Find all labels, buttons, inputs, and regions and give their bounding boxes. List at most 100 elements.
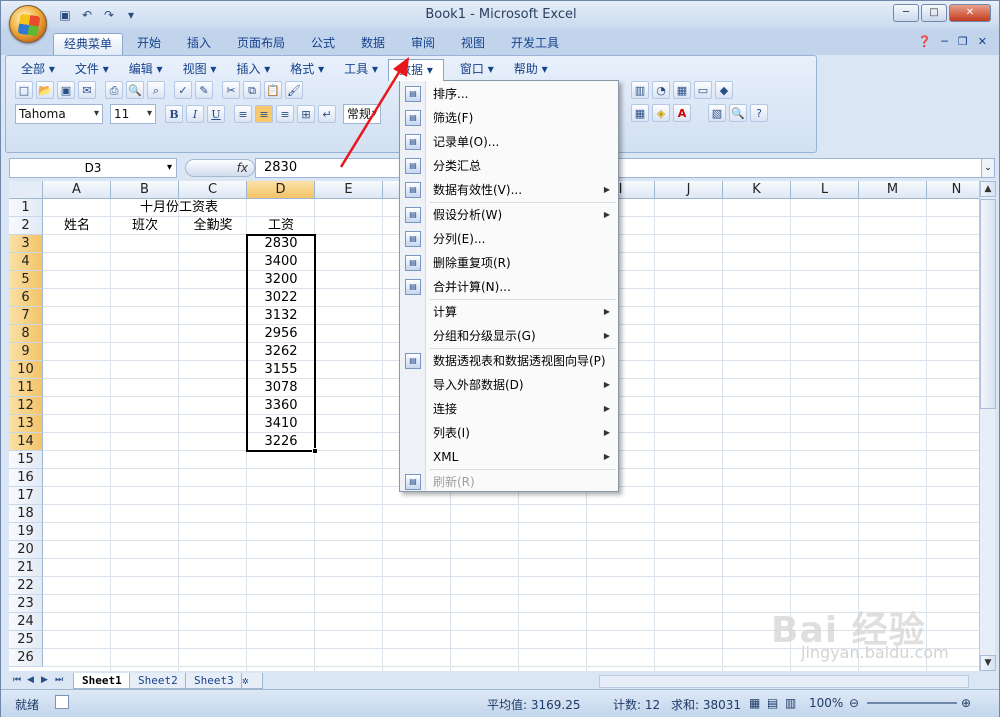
new-icon[interactable]: □ [15,81,33,99]
page-layout-view-icon[interactable]: ▤ [767,696,778,710]
fill-handle[interactable] [312,448,318,454]
tab-formulas[interactable]: 公式 [301,33,345,55]
font-color-icon[interactable]: A [673,104,691,122]
vertical-scrollbar[interactable]: ▲ ▼ [979,181,996,671]
page-break-view-icon[interactable]: ▥ [785,696,796,710]
data-menu-item[interactable]: 列表(I) ▶ [400,422,618,444]
menu-file[interactable]: 文件 ▾ [65,59,119,79]
scroll-up-icon[interactable]: ▲ [980,181,996,197]
menu-insert[interactable]: 插入 ▾ [226,59,280,79]
last-sheet-icon[interactable]: ⏭ [55,675,63,685]
sheet-tab-3[interactable]: Sheet3 [185,673,243,689]
row-header-4[interactable]: 4 [9,253,43,271]
help-circle-icon[interactable]: ? [750,104,768,122]
font-name-combo[interactable]: Tahoma [15,104,103,124]
tab-review[interactable]: 审阅 [401,33,445,55]
column-header-C[interactable]: C [179,181,247,199]
zoom-icon[interactable]: 🔍 [729,104,747,122]
scroll-thumb[interactable] [980,199,996,409]
tab-classic-menu[interactable]: 经典菜单 [53,33,124,55]
row-header-16[interactable]: 16 [9,469,43,487]
row-header-3[interactable]: 3 [9,235,43,253]
menu-window[interactable]: 窗口 ▾ [450,59,504,79]
column-header-L[interactable]: L [791,181,859,199]
print-icon[interactable]: ⎙ [105,81,123,99]
data-menu-item[interactable]: ▤ 分列(E)... [400,228,618,250]
close-button[interactable]: ✕ [949,4,991,22]
row-header-19[interactable]: 19 [9,523,43,541]
row-header-12[interactable]: 12 [9,397,43,415]
align-right-icon[interactable]: ≡ [276,105,294,123]
tab-data[interactable]: 数据 [351,33,395,55]
normal-view-icon[interactable]: ▦ [749,696,760,710]
row-header-8[interactable]: 8 [9,325,43,343]
select-all-corner[interactable] [9,181,43,199]
ribbon-minimize-icon[interactable]: ─ [941,35,948,48]
row-header-15[interactable]: 15 [9,451,43,469]
brush-icon[interactable]: 🖌 [285,81,303,99]
data-menu-item[interactable]: ▤ 删除重复项(R) [400,252,618,274]
chart-icon[interactable]: ▥ [631,81,649,99]
zoom-out-icon[interactable]: ⊖ [849,696,859,710]
align-center-icon[interactable]: ≡ [255,105,273,123]
data-menu-item[interactable]: 连接 ▶ [400,398,618,420]
data-menu-item[interactable]: XML ▶ [400,446,618,468]
row-header-2[interactable]: 2 [9,217,43,235]
underline-button[interactable]: U [207,105,225,123]
row-header-5[interactable]: 5 [9,271,43,289]
table-icon[interactable]: ▦ [673,81,691,99]
row-header-6[interactable]: 6 [9,289,43,307]
data-menu-item[interactable]: ▤ 筛选(F) [400,107,618,129]
tab-developer[interactable]: 开发工具 [501,33,569,55]
italic-button[interactable]: I [186,105,204,123]
open-icon[interactable]: 📂 [36,81,54,99]
sheet-tab-2[interactable]: Sheet2 [129,673,187,689]
column-header-D[interactable]: D [247,181,315,199]
column-header-B[interactable]: B [111,181,179,199]
horizontal-scrollbar[interactable] [599,675,969,688]
align-left-icon[interactable]: ≡ [234,105,252,123]
row-header-9[interactable]: 9 [9,343,43,361]
column-header-A[interactable]: A [43,181,111,199]
cell-header[interactable]: 姓名 [43,217,111,235]
name-box[interactable]: D3 [9,158,177,178]
data-menu-item[interactable]: ▤ 记录单(O)... [400,131,618,153]
ribbon-restore-icon[interactable]: ❐ [958,35,968,48]
data-menu-item[interactable]: 计算 ▶ [400,301,618,323]
row-header-7[interactable]: 7 [9,307,43,325]
cell-title[interactable]: 十月份工资表 [111,199,247,217]
merge-center-icon[interactable]: ⊞ [297,105,315,123]
column-header-J[interactable]: J [655,181,723,199]
expand-formula-bar-icon[interactable]: ⌄ [981,158,995,178]
row-header-17[interactable]: 17 [9,487,43,505]
row-header-1[interactable]: 1 [9,199,43,217]
data-menu-item[interactable]: ▤ 分类汇总 [400,155,618,177]
picture-icon[interactable]: ▧ [708,104,726,122]
menu-all[interactable]: 全部 ▾ [11,59,65,79]
row-header-26[interactable]: 26 [9,649,43,667]
row-header-22[interactable]: 22 [9,577,43,595]
tab-home[interactable]: 开始 [127,33,171,55]
next-sheet-icon[interactable]: ▶ [41,675,48,685]
data-menu-item[interactable]: ▤ 排序... [400,83,618,105]
insert-sheet-icon[interactable]: ✲ [241,673,263,689]
macro-record-icon[interactable] [55,695,69,709]
copy-icon[interactable]: ⧉ [243,81,261,99]
prev-sheet-icon[interactable]: ◀ [27,675,34,685]
bold-button[interactable]: B [165,105,183,123]
folder-icon[interactable]: ▭ [694,81,712,99]
fill-color-icon[interactable]: ◈ [652,104,670,122]
menu-view[interactable]: 视图 ▾ [173,59,227,79]
row-header-24[interactable]: 24 [9,613,43,631]
row-header-18[interactable]: 18 [9,505,43,523]
cell-header[interactable]: 工资 [247,217,315,235]
drawing-icon[interactable]: ◔ [652,81,670,99]
borders-icon[interactable]: ▦ [631,104,649,122]
menu-edit[interactable]: 编辑 ▾ [119,59,173,79]
research-icon[interactable]: ⌕ [147,81,165,99]
zoom-in-icon[interactable]: ⊕ [961,696,971,710]
row-header-21[interactable]: 21 [9,559,43,577]
format-painter-icon[interactable]: ✎ [195,81,213,99]
ribbon-close-icon[interactable]: ✕ [978,35,987,48]
row-header-14[interactable]: 14 [9,433,43,451]
